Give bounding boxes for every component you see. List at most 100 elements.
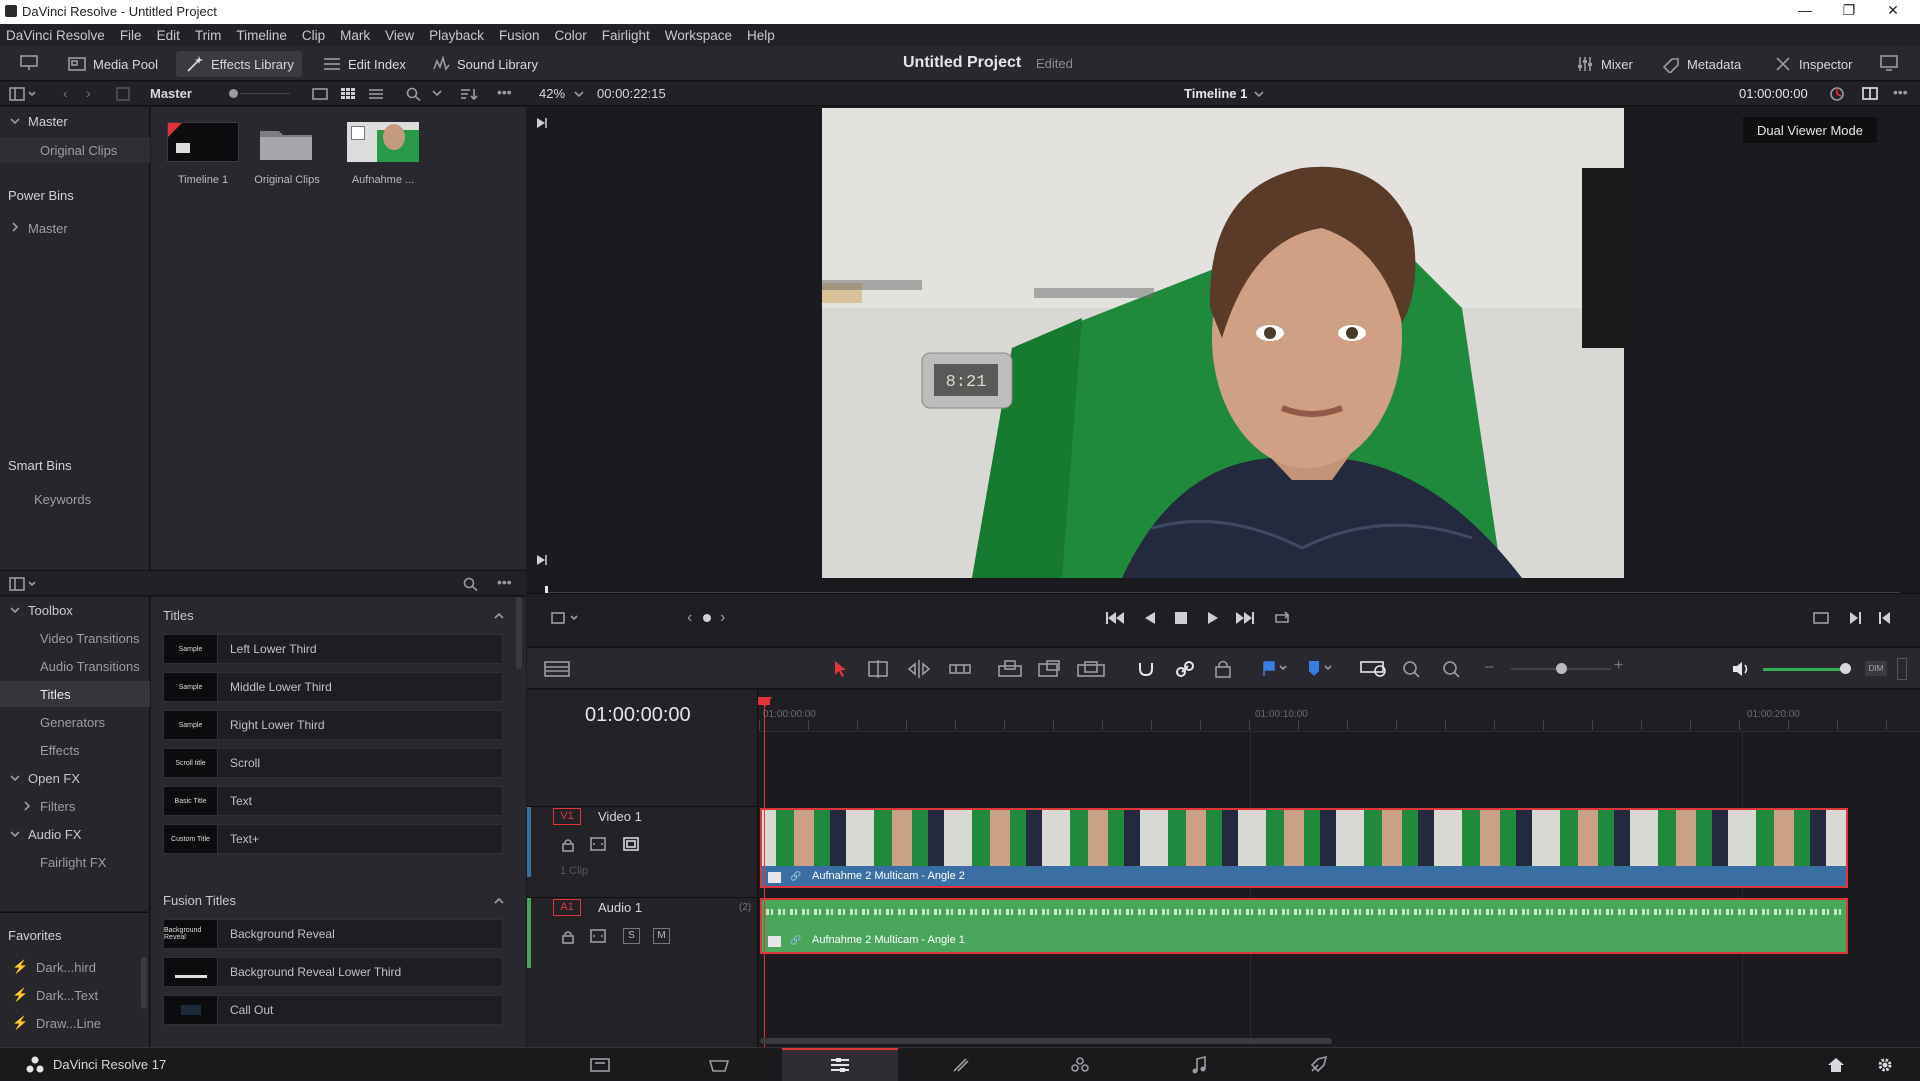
audio-track-name[interactable]: Audio 1 — [598, 900, 642, 915]
menu-fairlight[interactable]: Fairlight — [602, 28, 650, 43]
prev-clip-icon[interactable]: ‹ — [687, 609, 692, 627]
chevron-up-icon[interactable] — [494, 611, 504, 621]
menu-playback[interactable]: Playback — [429, 28, 484, 43]
title-scroll[interactable]: Scroll title Scroll — [163, 748, 503, 778]
effects-search-icon[interactable] — [463, 577, 479, 591]
toolbox-effects[interactable]: Effects — [40, 743, 80, 758]
chevron-down-icon[interactable] — [10, 773, 20, 783]
more-options-icon[interactable]: ••• — [497, 84, 512, 100]
video-frame[interactable]: 8:21 — [822, 108, 1624, 578]
jog-dot[interactable] — [703, 614, 711, 622]
chevron-down-icon[interactable] — [10, 605, 20, 615]
title-right-lower-third[interactable]: Sample Right Lower Third — [163, 710, 503, 740]
dual-viewer-icon[interactable] — [1862, 86, 1878, 102]
fullscreen-icon[interactable] — [1880, 55, 1898, 71]
maximize-icon[interactable]: ❐ — [1834, 2, 1864, 19]
flag-icon[interactable] — [1262, 660, 1290, 678]
menu-color[interactable]: Color — [554, 28, 586, 43]
go-to-start-icon[interactable] — [1105, 610, 1125, 626]
mixer-button[interactable]: Mixer — [1576, 54, 1633, 74]
fusion-background-reveal[interactable]: Background Reveal Background Reveal — [163, 919, 503, 949]
auto-select-icon[interactable] — [590, 837, 606, 851]
back-icon[interactable]: ‹ — [63, 85, 68, 101]
sound-library-button[interactable]: Sound Library — [432, 54, 538, 74]
toolbox-header[interactable]: Toolbox — [28, 603, 73, 618]
effects-library-button[interactable]: Effects Library — [186, 54, 294, 74]
solo-button[interactable]: S — [623, 928, 640, 944]
title-text-plus[interactable]: Custom Title Text+ — [163, 824, 503, 854]
toolbox-video-transitions[interactable]: Video Transitions — [40, 631, 140, 646]
stop-icon[interactable] — [1174, 611, 1188, 625]
sync-icon[interactable] — [1829, 86, 1845, 102]
thumbnail-size-slider[interactable] — [229, 89, 238, 98]
volume-icon[interactable] — [1732, 661, 1752, 677]
dynamic-trim-icon[interactable] — [907, 660, 931, 678]
timeline-view-options-icon[interactable] — [544, 661, 570, 677]
media-thumb-aufnahme[interactable] — [347, 122, 419, 162]
open-fx-filters[interactable]: Filters — [40, 799, 75, 814]
linked-selection-icon[interactable] — [1175, 659, 1195, 679]
volume-slider-handle[interactable] — [1840, 663, 1851, 674]
inspector-button[interactable]: Inspector — [1774, 54, 1852, 74]
chevron-down-icon[interactable] — [10, 116, 20, 126]
grid-view-icon[interactable] — [340, 87, 356, 101]
position-lock-icon[interactable] — [1214, 659, 1232, 679]
overwrite-clip-icon[interactable] — [1037, 660, 1061, 678]
page-edit-icon[interactable] — [829, 1055, 851, 1075]
bin-list-icon[interactable] — [116, 87, 130, 101]
go-to-end-icon[interactable] — [1235, 610, 1255, 626]
zoom-level[interactable]: 42% — [539, 86, 565, 101]
page-deliver-icon[interactable] — [1308, 1055, 1330, 1075]
panel-toggle-icon[interactable] — [9, 577, 37, 591]
chevron-up-icon[interactable] — [494, 896, 504, 906]
effects-scrollbar[interactable] — [516, 597, 522, 669]
lock-icon[interactable] — [562, 930, 574, 944]
page-cut-icon[interactable] — [708, 1055, 730, 1075]
replace-clip-icon[interactable] — [1076, 660, 1106, 678]
favorite-item[interactable]: Draw...Line — [36, 1016, 101, 1031]
chevron-down-icon[interactable] — [10, 829, 20, 839]
next-edit-icon[interactable] — [1848, 610, 1862, 626]
titles-section-header[interactable]: Titles — [163, 608, 194, 623]
timeline-selector[interactable]: Timeline 1 — [1184, 86, 1247, 101]
transform-icon[interactable] — [551, 611, 581, 625]
volume-slider[interactable] — [1763, 668, 1845, 671]
metadata-view-icon[interactable] — [312, 87, 328, 101]
list-view-icon[interactable] — [368, 87, 384, 101]
trim-tool-icon[interactable] — [866, 660, 890, 678]
favorites-scrollbar[interactable] — [141, 957, 147, 1009]
media-thumb-timeline[interactable] — [167, 122, 239, 162]
audio-track-id[interactable]: A1 — [553, 899, 581, 916]
toolbox-generators[interactable]: Generators — [40, 715, 105, 730]
chevron-right-icon[interactable] — [10, 222, 20, 232]
dim-icon[interactable]: DIM — [1865, 661, 1887, 676]
lock-icon[interactable] — [562, 838, 574, 852]
menu-davinci[interactable]: DaVinci Resolve — [6, 28, 105, 43]
minimize-icon[interactable]: — — [1790, 2, 1820, 18]
marker-icon[interactable] — [1307, 660, 1335, 678]
menu-trim[interactable]: Trim — [195, 28, 222, 43]
panel-toggle-icon[interactable] — [9, 87, 37, 101]
chevron-down-icon[interactable] — [432, 88, 442, 98]
menu-mark[interactable]: Mark — [340, 28, 370, 43]
menu-edit[interactable]: Edit — [157, 28, 180, 43]
zoom-slider-handle[interactable] — [1556, 663, 1567, 674]
prev-edit-icon[interactable] — [1878, 610, 1892, 626]
bin-original-clips[interactable]: Original Clips — [40, 143, 117, 158]
power-bin-master[interactable]: Master — [28, 221, 68, 236]
insert-clip-icon[interactable] — [997, 660, 1023, 678]
menu-help[interactable]: Help — [747, 28, 775, 43]
zoom-custom-icon[interactable] — [1440, 660, 1462, 678]
search-icon[interactable] — [406, 87, 422, 101]
effects-options-icon[interactable]: ••• — [497, 574, 512, 590]
fusion-background-reveal-lower-third[interactable]: Background Reveal Lower Third — [163, 957, 503, 987]
menu-view[interactable]: View — [385, 28, 414, 43]
match-frame-icon[interactable] — [1812, 610, 1830, 626]
zoom-detail-icon[interactable] — [1400, 660, 1422, 678]
monitor-icon[interactable] — [20, 55, 38, 71]
menu-timeline[interactable]: Timeline — [236, 28, 287, 43]
zoom-chevron-icon[interactable] — [574, 89, 584, 99]
track-video-toggle-icon[interactable] — [623, 837, 639, 851]
viewer-play-marker-icon[interactable] — [536, 117, 548, 129]
timeline-chevron-icon[interactable] — [1254, 89, 1264, 99]
